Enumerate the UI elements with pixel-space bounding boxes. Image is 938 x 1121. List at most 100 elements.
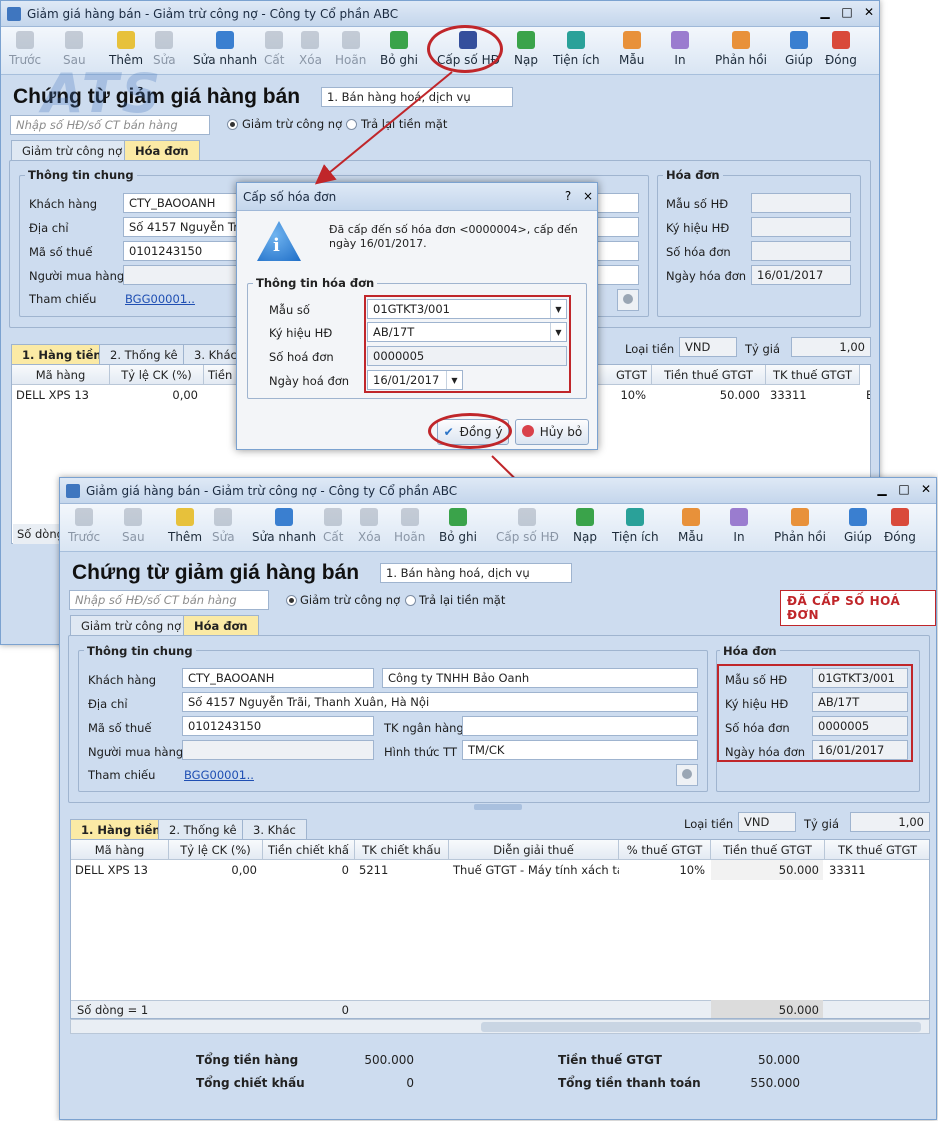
fg-gtab-other[interactable]: 3. Khác	[242, 819, 307, 840]
fg-tab-debt[interactable]: Giảm trừ công nợ	[70, 615, 193, 636]
fg-customer-code[interactable]: CTY_BAOOANH	[182, 668, 374, 688]
bg-cell-item[interactable]: DELL XPS 13	[12, 385, 110, 405]
bg-gtab-money[interactable]: 1. Hàng tiền	[11, 344, 113, 365]
dialog-cancel-button[interactable]: Hủy bỏ	[515, 419, 589, 445]
bg-tab-debt[interactable]: Giảm trừ công nợ	[11, 140, 134, 161]
fg-address-field[interactable]: Số 4157 Nguyễn Trãi, Thanh Xuân, Hà Nội	[182, 692, 698, 712]
fg-col-disc-amount[interactable]: Tiền chiết khấ	[263, 840, 355, 860]
bg-print-button[interactable]: In	[671, 31, 689, 67]
fg-cell-tax-desc[interactable]: Thuế GTGT - Máy tính xách tay	[449, 860, 619, 880]
bg-invno-field[interactable]	[751, 241, 851, 261]
bg-help-button[interactable]: Giúp	[785, 31, 813, 67]
fg-radio-debt[interactable]	[286, 595, 297, 606]
bg-col-vat[interactable]: GTGT	[598, 365, 652, 385]
fg-template-button[interactable]: Mẫu	[678, 508, 703, 544]
bg-attach-button[interactable]	[617, 289, 639, 311]
fg-col-vat-account[interactable]: TK thuế GTGT	[825, 840, 929, 860]
fg-search-input[interactable]: Nhập số HĐ/số CT bán hàng	[69, 590, 269, 610]
fg-utilities-button[interactable]: Tiện ích	[612, 508, 659, 544]
bg-form-field[interactable]	[751, 193, 851, 213]
bg-ref-more-link[interactable]: ...	[184, 292, 195, 306]
fg-issue-invoice-button[interactable]: Cấp số HĐ	[496, 508, 559, 544]
bg-invdate-field[interactable]: 16/01/2017	[751, 265, 851, 285]
bg-address-tail[interactable]	[597, 217, 639, 237]
bg-currency-field[interactable]: VND	[679, 337, 737, 357]
bg-symbol-field[interactable]	[751, 217, 851, 237]
fg-col-vat-amount[interactable]: Tiền thuế GTGT	[711, 840, 825, 860]
bg-cell-vat-amount[interactable]: 50.000	[652, 385, 764, 405]
fg-tax-field[interactable]: 0101243150	[182, 716, 374, 736]
bg-undo-button[interactable]: Hoãn	[335, 31, 366, 67]
close-icon[interactable]: ✕	[918, 483, 934, 497]
bg-tab-invoice[interactable]: Hóa đơn	[124, 140, 200, 161]
fg-gtab-stats[interactable]: 2. Thống kê	[158, 819, 248, 840]
fg-bank-field[interactable]	[462, 716, 698, 736]
fg-help-button[interactable]: Giúp	[844, 508, 872, 544]
fg-next-button[interactable]: Sau	[122, 508, 145, 544]
bg-customer-name[interactable]	[597, 193, 639, 213]
fg-cell-disc-account[interactable]: 5211	[355, 860, 449, 880]
bg-doc-type-select[interactable]: 1. Bán hàng hoá, dịch vụ	[321, 87, 513, 107]
bg-customer-code[interactable]: CTY_BAOOANH	[123, 193, 241, 213]
bg-prev-button[interactable]: Trước	[9, 31, 41, 67]
bg-close-button[interactable]: Đóng	[825, 31, 857, 67]
fg-attach-button[interactable]	[676, 764, 698, 786]
fg-cell-rate[interactable]: 0,00	[169, 860, 261, 880]
fg-add-button[interactable]: Thêm	[168, 508, 202, 544]
fg-unpost-button[interactable]: Bỏ ghi	[439, 508, 477, 544]
fg-save-button[interactable]: Cất	[323, 508, 343, 544]
fg-col-vat-rate[interactable]: % thuế GTGT	[619, 840, 711, 860]
bg-template-button[interactable]: Mẫu	[619, 31, 644, 67]
fg-prev-button[interactable]: Trước	[68, 508, 100, 544]
bg-cell-rate[interactable]: 0,00	[110, 385, 202, 405]
fg-radio-cash[interactable]	[405, 595, 416, 606]
bg-paymethod-field[interactable]	[597, 265, 639, 285]
fg-tab-invoice[interactable]: Hóa đơn	[183, 615, 259, 636]
bg-cell-extra[interactable]: E	[862, 385, 870, 405]
minimize-icon[interactable]: ▁	[874, 483, 890, 497]
fg-col-disc-account[interactable]: TK chiết khấu	[355, 840, 449, 860]
maximize-icon[interactable]: □	[839, 6, 855, 20]
bg-load-button[interactable]: Nạp	[514, 31, 538, 67]
bg-buyer-field[interactable]	[123, 265, 241, 285]
bg-col-vat-amount[interactable]: Tiền thuế GTGT	[652, 365, 766, 385]
bg-bank-field[interactable]	[597, 241, 639, 261]
fg-col-item[interactable]: Mã hàng	[71, 840, 169, 860]
fg-feedback-button[interactable]: Phản hồi	[774, 508, 826, 544]
fg-col-tax-desc[interactable]: Diễn giải thuế	[449, 840, 619, 860]
fg-edit-button[interactable]: Sửa	[212, 508, 235, 544]
bg-cell-vat-account[interactable]: 33311	[766, 385, 860, 405]
close-icon[interactable]: ✕	[861, 6, 877, 20]
fg-col-rate[interactable]: Tỷ lệ CK (%)	[169, 840, 263, 860]
bg-col-rate[interactable]: Tỷ lệ CK (%)	[110, 365, 204, 385]
fg-cell-vat-account[interactable]: 33311	[825, 860, 929, 880]
fg-buyer-field[interactable]	[182, 740, 374, 760]
fg-cell-item[interactable]: DELL XPS 13	[71, 860, 169, 880]
dialog-close-icon[interactable]: ×	[580, 190, 596, 204]
bg-quick-edit-button[interactable]: Sửa nhanh	[193, 31, 257, 67]
fg-ref-more-link[interactable]: ...	[243, 768, 254, 782]
fg-cell-disc-amount[interactable]: 0	[263, 860, 353, 880]
bg-radio-debt[interactable]	[227, 119, 238, 130]
fg-currency-field[interactable]: VND	[738, 812, 796, 832]
fg-close-button[interactable]: Đóng	[884, 508, 916, 544]
bg-radio-cash[interactable]	[346, 119, 357, 130]
fg-delete-button[interactable]: Xóa	[358, 508, 381, 544]
bg-delete-button[interactable]: Xóa	[299, 31, 322, 67]
fg-cell-vat-rate[interactable]: 10%	[619, 860, 709, 880]
fg-load-button[interactable]: Nạp	[573, 508, 597, 544]
bg-cell-vat[interactable]: 10%	[598, 385, 650, 405]
collapse-handle[interactable]	[474, 804, 522, 810]
scroll-thumb[interactable]	[481, 1022, 921, 1032]
bg-rate-field[interactable]: 1,00	[791, 337, 871, 357]
fg-ref-link[interactable]: BGG00001	[184, 768, 246, 782]
fg-paymethod-field[interactable]: TM/CK	[462, 740, 698, 760]
bg-tax-field[interactable]: 0101243150	[123, 241, 241, 261]
bg-col-item[interactable]: Mã hàng	[12, 365, 110, 385]
bg-address-field[interactable]: Số 4157 Nguyễn Trãi,	[123, 217, 241, 237]
fg-print-button[interactable]: In	[730, 508, 748, 544]
fg-cell-vat-amount[interactable]: 50.000	[711, 860, 823, 880]
dialog-help-icon[interactable]: ?	[560, 190, 576, 204]
fg-doc-type-select[interactable]: 1. Bán hàng hoá, dịch vụ	[380, 563, 572, 583]
bg-feedback-button[interactable]: Phản hồi	[715, 31, 767, 67]
